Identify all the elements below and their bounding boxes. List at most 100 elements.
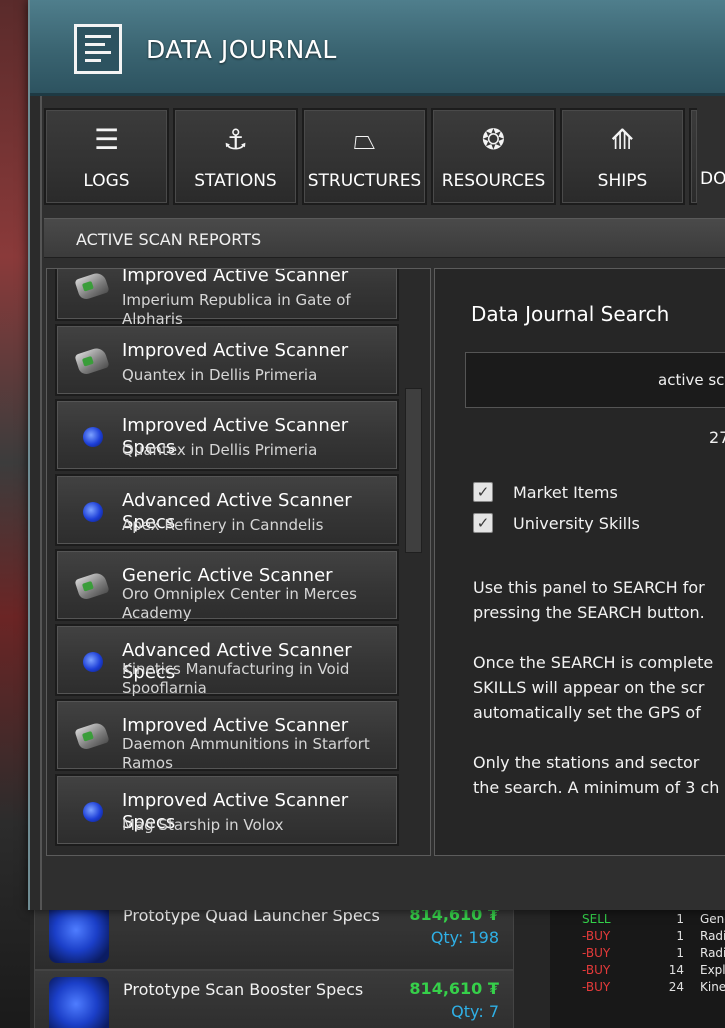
- university-skills-option[interactable]: ✓ University Skills: [473, 513, 723, 535]
- scan-report-location: Quantex in Dellis Primeria: [122, 366, 318, 384]
- search-panel: Data Journal Search 27 ✓ Market Items ✓ …: [434, 268, 725, 856]
- scan-report-location: Apex Refinery in Canndelis: [122, 516, 324, 534]
- log-type: -BUY: [582, 946, 611, 960]
- log-type: SELL: [582, 912, 611, 926]
- log-item: Explosive: [700, 963, 725, 977]
- tab-ships[interactable]: ⟰ SHIPS: [560, 108, 685, 205]
- option-label: University Skills: [513, 514, 640, 533]
- tab-resources[interactable]: ❂ RESOURCES: [431, 108, 556, 205]
- tab-label: SHIPS: [597, 171, 648, 191]
- blue-specs-icon: [75, 644, 111, 680]
- scan-report-name: Improved Active Scanner: [122, 340, 349, 361]
- scan-report-list[interactable]: Improved Active Scanner Imperium Republi…: [46, 268, 431, 856]
- market-log-list: SELL 1 Generic S -BUY 1 Radiated -BUY 1 …: [550, 902, 725, 1028]
- tab-stations[interactable]: ⚓ STATIONS: [173, 108, 298, 205]
- list-icon: ☰: [93, 123, 120, 156]
- scan-report-location: Mag Starship in Volox: [122, 816, 284, 834]
- scan-report-name: Generic Active Scanner: [122, 565, 333, 586]
- scan-report-item[interactable]: Improved Active Scanner Specs Quantex in…: [55, 399, 399, 471]
- scan-report-location: Quantex in Dellis Primeria: [122, 441, 318, 459]
- tab-logs[interactable]: ☰ LOGS: [44, 108, 169, 205]
- help-line: Once the SEARCH is complete: [473, 653, 714, 672]
- gray-scanner-icon: [74, 344, 111, 380]
- tab-label: STRUCTURES: [307, 171, 422, 191]
- scan-report-item[interactable]: Advanced Active Scanner Specs Kinetics M…: [55, 624, 399, 697]
- tab-structures[interactable]: ⏢ STRUCTURES: [302, 108, 427, 205]
- help-line: Use this panel to SEARCH for: [473, 578, 705, 597]
- log-qty: 1: [676, 929, 684, 943]
- blue-specs-icon: [75, 494, 111, 530]
- category-tabs: ☰ LOGS ⚓ STATIONS ⏢ STRUCTURES ❂ RESOURC…: [16, 108, 697, 205]
- scan-report-item[interactable]: Advanced Active Scanner Specs Apex Refin…: [55, 474, 399, 546]
- scan-report-location: Daemon Ammunitions in Starfort Ramos: [122, 735, 370, 772]
- tab-doc-label: DOC: [700, 169, 725, 189]
- help-paragraph: Use this panel to SEARCH for pressing th…: [473, 575, 725, 625]
- scan-report-name: Improved Active Scanner: [122, 715, 349, 736]
- tab-doc[interactable]: [689, 108, 697, 205]
- help-line: Only the stations and sector: [473, 753, 700, 772]
- scan-report-item[interactable]: Generic Active Scanner Oro Omniplex Cent…: [55, 549, 399, 622]
- checkbox-checked-icon[interactable]: ✓: [473, 482, 493, 502]
- blue-specs-icon: [75, 419, 111, 455]
- scan-report-location: Kinetics Manufacturing in Void Spooflarn…: [122, 660, 350, 697]
- section-header: ACTIVE SCAN REPORTS: [44, 218, 725, 258]
- help-paragraph: Only the stations and sector the search.…: [473, 750, 725, 800]
- asteroid-icon: ❂: [481, 123, 506, 156]
- market-items-option[interactable]: ✓ Market Items: [473, 482, 723, 504]
- search-title: Data Journal Search: [471, 302, 670, 326]
- log-qty: 1: [676, 946, 684, 960]
- checkbox-checked-icon[interactable]: ✓: [473, 513, 493, 533]
- list-scrollbar[interactable]: [405, 388, 422, 553]
- tab-label: STATIONS: [194, 171, 277, 191]
- log-item: Kinetic 20: [700, 980, 725, 994]
- help-line: automatically set the GPS of: [473, 703, 701, 722]
- market-item-qty: Qty: 7: [451, 1002, 499, 1021]
- tab-label: LOGS: [83, 171, 130, 191]
- log-item: Radiated: [700, 929, 725, 943]
- help-line: the search. A minimum of 3 ch: [473, 778, 720, 797]
- market-item-qty: Qty: 198: [430, 928, 499, 947]
- structure-icon: ⏢: [353, 123, 376, 156]
- market-log-row: -BUY 1 Radiated: [550, 946, 725, 963]
- quad-launcher-specs-icon: [49, 903, 109, 963]
- search-result-count: 27: [709, 428, 725, 447]
- market-item-price: 814,610 ₮: [409, 979, 499, 998]
- gray-scanner-icon: [74, 719, 111, 755]
- log-type: -BUY: [582, 980, 611, 994]
- market-log-row: -BUY 1 Radiated: [550, 929, 725, 946]
- market-log-row: -BUY 14 Explosive: [550, 963, 725, 980]
- ship-icon: ⟰: [610, 123, 635, 156]
- scan-report-location: Oro Omniplex Center in Merces Academy: [122, 585, 357, 622]
- window-title: DATA JOURNAL: [146, 35, 337, 64]
- market-log-row: SELL 1 Generic S: [550, 912, 725, 929]
- scan-report-item[interactable]: Improved Active Scanner Specs Mag Starsh…: [55, 774, 399, 846]
- scan-report-item[interactable]: Improved Active Scanner Imperium Republi…: [55, 268, 399, 328]
- log-item: Generic S: [700, 912, 725, 926]
- help-paragraph: Once the SEARCH is complete SKILLS will …: [473, 650, 725, 725]
- log-item: Radiated: [700, 946, 725, 960]
- gray-scanner-icon: [74, 569, 111, 605]
- scan-report-item[interactable]: Improved Active Scanner Daemon Ammunitio…: [55, 699, 399, 772]
- scan-booster-specs-icon: [49, 977, 109, 1028]
- help-line: pressing the SEARCH button.: [473, 603, 705, 622]
- option-label: Market Items: [513, 483, 618, 502]
- market-log-row: -BUY 24 Kinetic 20: [550, 980, 725, 997]
- market-item-row[interactable]: Prototype Scan Booster Specs 814,610 ₮ Q…: [34, 970, 514, 1028]
- tab-label: RESOURCES: [441, 171, 546, 191]
- journal-icon: [74, 24, 122, 74]
- log-qty: 14: [668, 963, 684, 977]
- help-line: SKILLS will appear on the scr: [473, 678, 705, 697]
- scan-report-item[interactable]: Improved Active Scanner Quantex in Delli…: [55, 324, 399, 396]
- station-icon: ⚓: [222, 123, 249, 156]
- blue-specs-icon: [75, 794, 111, 830]
- scan-report-name: Improved Active Scanner: [122, 268, 349, 286]
- search-input[interactable]: [465, 352, 725, 408]
- log-type: -BUY: [582, 929, 611, 943]
- log-qty: 1: [676, 912, 684, 926]
- title-bar[interactable]: DATA JOURNAL: [30, 0, 725, 96]
- log-type: -BUY: [582, 963, 611, 977]
- market-item-name: Prototype Scan Booster Specs: [123, 980, 364, 999]
- gray-scanner-icon: [74, 269, 111, 305]
- section-title: ACTIVE SCAN REPORTS: [76, 230, 262, 249]
- log-qty: 24: [668, 980, 684, 994]
